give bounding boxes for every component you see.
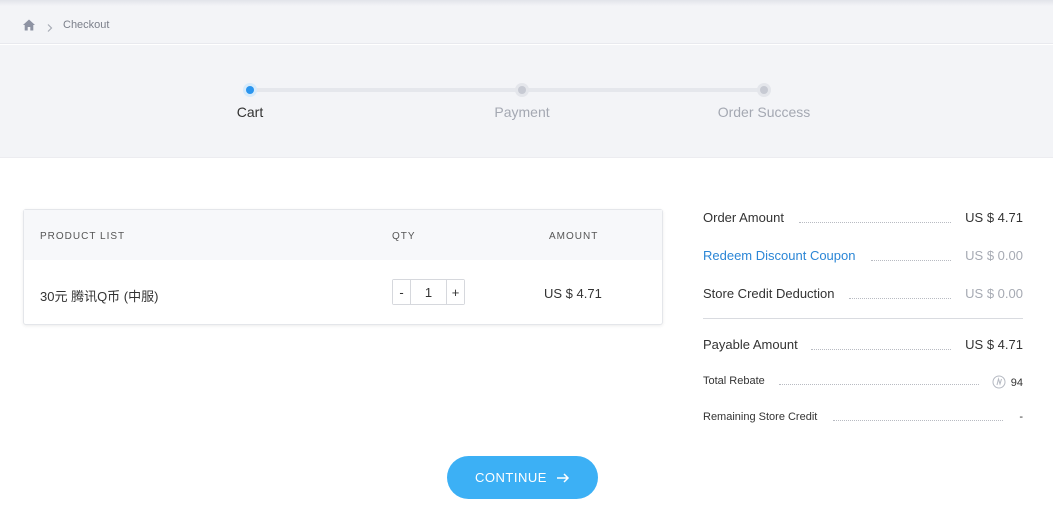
increase-qty-button[interactable]: + bbox=[447, 280, 464, 304]
item-amount: US $ 4.71 bbox=[544, 286, 602, 301]
remaining-credit-label: Remaining Store Credit bbox=[703, 411, 824, 423]
home-icon[interactable] bbox=[22, 18, 36, 32]
steps-progress-line bbox=[250, 88, 765, 92]
step-dot bbox=[515, 83, 529, 97]
payable-value: US $ 4.71 bbox=[957, 337, 1023, 352]
dotted-leader bbox=[871, 260, 951, 261]
step-label: Cart bbox=[236, 104, 264, 120]
column-amount: AMOUNT bbox=[549, 231, 599, 242]
order-amount-value: US $ 4.71 bbox=[957, 210, 1023, 225]
step-label: Payment bbox=[494, 104, 550, 120]
coupon-row: Redeem Discount Coupon US $ 0.00 bbox=[703, 248, 1023, 268]
store-credit-row: Store Credit Deduction US $ 0.00 bbox=[703, 286, 1023, 306]
store-credit-label: Store Credit Deduction bbox=[703, 286, 841, 301]
decrease-qty-button[interactable]: - bbox=[393, 280, 410, 304]
order-amount-label: Order Amount bbox=[703, 210, 790, 225]
breadcrumb: Checkout bbox=[0, 6, 1053, 44]
step-dot bbox=[757, 83, 771, 97]
breadcrumb-current: Checkout bbox=[63, 18, 110, 31]
dotted-leader bbox=[811, 349, 951, 350]
dotted-leader bbox=[833, 420, 1003, 421]
continue-button[interactable]: CONTINUE bbox=[447, 456, 598, 499]
payable-label: Payable Amount bbox=[703, 337, 804, 352]
summary-divider bbox=[703, 318, 1023, 319]
column-qty: QTY bbox=[392, 231, 416, 242]
product-name: 30元 腾讯Q币 (中服) bbox=[40, 289, 159, 304]
coupon-value: US $ 0.00 bbox=[957, 248, 1023, 263]
column-product: PRODUCT LIST bbox=[40, 231, 126, 242]
rebate-coin-icon bbox=[992, 375, 1006, 389]
store-credit-value: US $ 0.00 bbox=[957, 286, 1023, 301]
step-dot bbox=[243, 83, 257, 97]
arrow-right-icon bbox=[556, 472, 570, 484]
payable-row: Payable Amount US $ 4.71 bbox=[703, 337, 1023, 357]
redeem-coupon-link[interactable]: Redeem Discount Coupon bbox=[703, 248, 862, 263]
remaining-credit-value: - bbox=[1011, 411, 1023, 423]
dotted-leader bbox=[779, 384, 979, 385]
chevron-right-icon bbox=[45, 20, 55, 32]
dotted-leader bbox=[849, 298, 951, 299]
table-row: 30元 腾讯Q币 (中服) - + US $ 4.71 bbox=[24, 260, 662, 325]
rebate-row: Total Rebate 94 bbox=[703, 375, 1023, 395]
remaining-credit-row: Remaining Store Credit - bbox=[703, 411, 1023, 431]
rebate-label: Total Rebate bbox=[703, 375, 771, 387]
continue-label: CONTINUE bbox=[475, 470, 547, 485]
rebate-value: 94 bbox=[1010, 377, 1023, 389]
step-label: Order Success bbox=[717, 104, 811, 120]
cart-table: PRODUCT LIST QTY AMOUNT 30元 腾讯Q币 (中服) - … bbox=[23, 209, 663, 325]
rebate-value-wrap: 94 bbox=[983, 375, 1023, 389]
cart-table-header: PRODUCT LIST QTY AMOUNT bbox=[24, 210, 662, 260]
quantity-stepper: - + bbox=[392, 279, 465, 305]
dotted-leader bbox=[799, 222, 951, 223]
checkout-steps: Cart Payment Order Success bbox=[0, 45, 1053, 158]
order-amount-row: Order Amount US $ 4.71 bbox=[703, 210, 1023, 230]
quantity-input[interactable] bbox=[410, 280, 447, 304]
